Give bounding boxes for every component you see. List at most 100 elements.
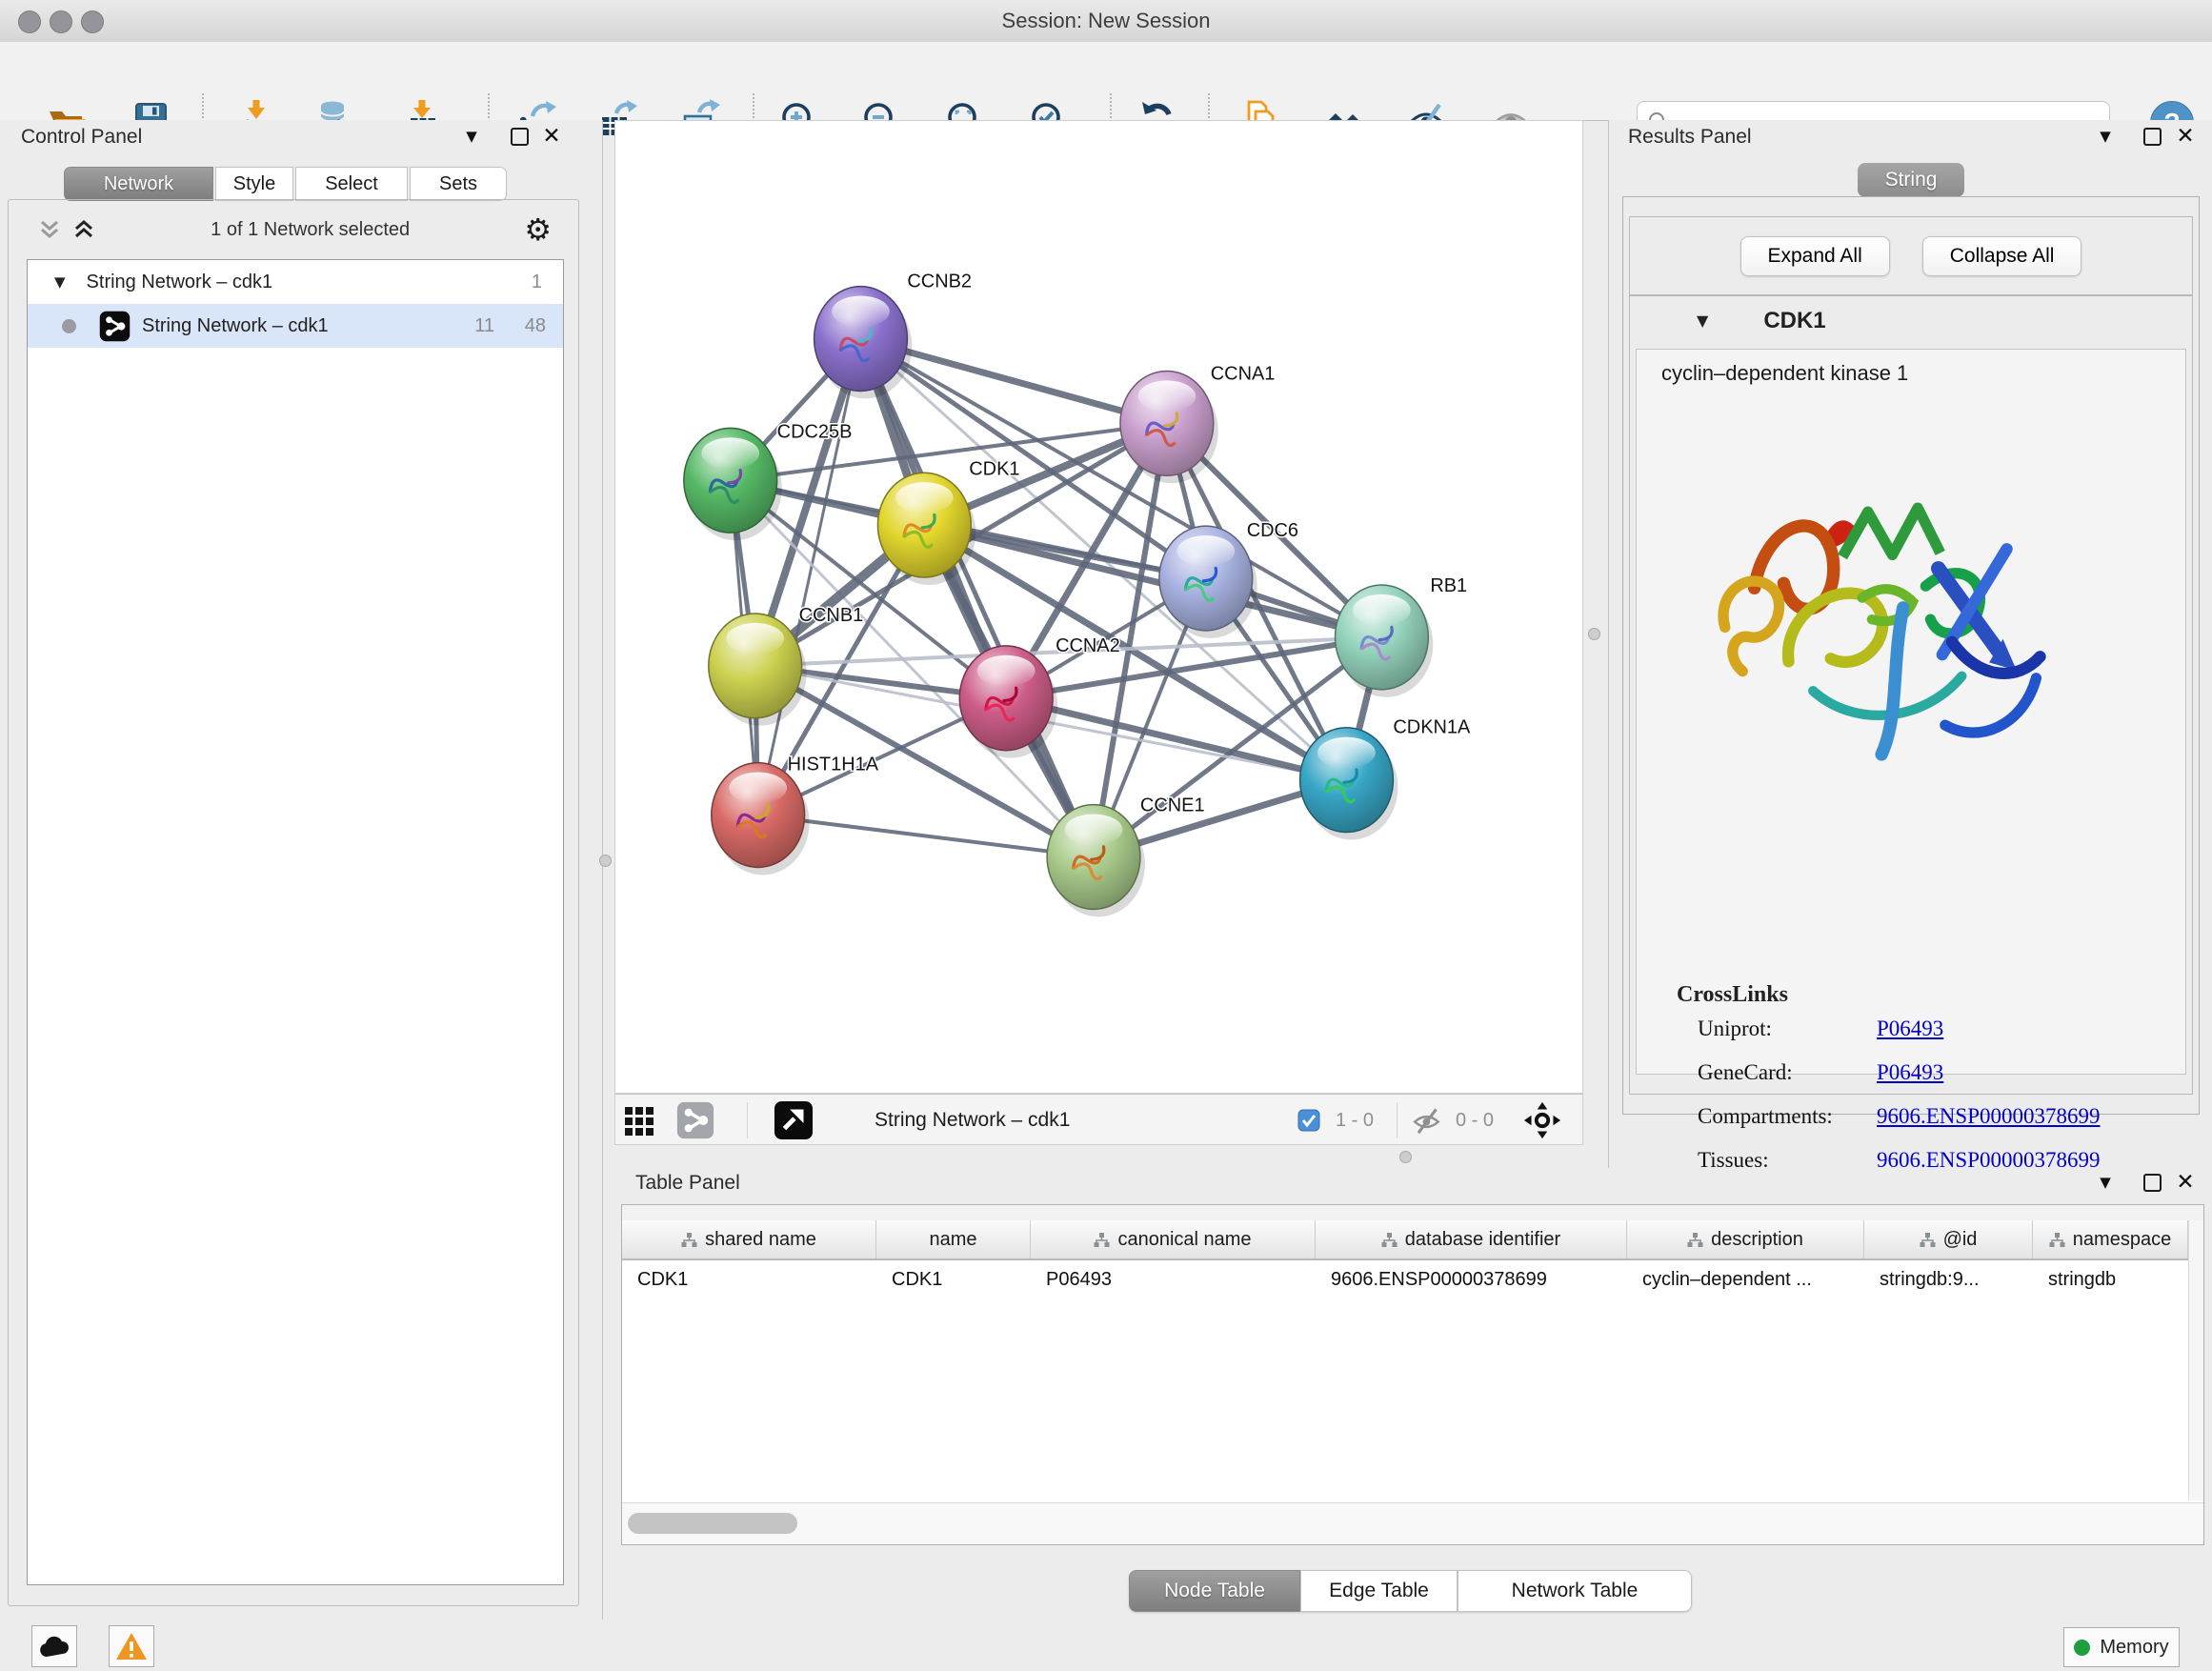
column-header-databaseidentifier[interactable]: database identifier <box>1316 1220 1627 1258</box>
table-panel-menu-icon[interactable]: ▼ <box>2093 1170 2118 1195</box>
control-panel-menu-icon[interactable]: ▼ <box>459 124 484 149</box>
detach-view-icon[interactable] <box>774 1101 814 1139</box>
network-row-selected[interactable]: String Network – cdk1 11 48 <box>28 304 563 348</box>
network-selection-bar: 1 of 1 Network selected ⚙ <box>9 200 578 259</box>
hidden-count: 0 - 0 <box>1456 1101 1494 1139</box>
table-panel-float-icon[interactable] <box>2140 1170 2164 1195</box>
column-type-icon <box>1920 1232 1936 1248</box>
tree-expander-icon[interactable]: ▼ <box>54 275 66 290</box>
network-canvas[interactable]: CCNB2CCNA1CDC25BCDK1CDC6RB1CCNB1CCNA2CDK… <box>614 120 1583 1094</box>
control-panel-float-icon[interactable] <box>507 124 532 149</box>
table-cell[interactable]: P06493 <box>1031 1260 1316 1299</box>
tab-network[interactable]: Network <box>64 167 213 201</box>
table-cell[interactable]: cyclin–dependent ... <box>1627 1260 1864 1299</box>
warning-button[interactable] <box>109 1625 154 1667</box>
warning-icon <box>115 1632 148 1661</box>
string-results-container: Expand All Collapse All ▼ CDK1 cyclin–de… <box>1622 196 2200 1115</box>
network-status-dot-icon <box>62 319 76 333</box>
left-splitter-handle[interactable] <box>599 855 612 867</box>
table-header: shared namenamecanonical namedatabase id… <box>622 1220 2188 1260</box>
memory-button[interactable]: Memory <box>2063 1627 2180 1667</box>
node-CCNB2[interactable]: CCNB2 <box>814 272 972 399</box>
cloud-button[interactable] <box>31 1625 77 1667</box>
control-panel-close-icon[interactable]: ✕ <box>539 124 564 149</box>
status-bar: Memory <box>0 1620 2212 1671</box>
crosslink-link[interactable]: 9606.ENSP00000378699 <box>1877 1104 2101 1129</box>
crosslink-link[interactable]: P06493 <box>1877 1060 1943 1085</box>
node-label-CCNA1: CCNA1 <box>1211 363 1276 384</box>
results-panel-menu-icon[interactable]: ▼ <box>2093 124 2118 149</box>
crosslink-link[interactable]: P06493 <box>1877 1017 1943 1041</box>
crosslink-label: Uniprot: <box>1698 1017 1772 1041</box>
tab-style[interactable]: Style <box>215 167 293 201</box>
node-label-CDK1: CDK1 <box>969 458 1019 479</box>
column-header-description[interactable]: description <box>1627 1220 1864 1258</box>
edge-0-9 <box>758 339 861 815</box>
node-count: 11 <box>474 315 494 337</box>
node-CCNA1[interactable]: CCNA1 <box>1120 363 1275 483</box>
collapse-all-button[interactable]: Collapse All <box>1922 236 2082 276</box>
hidden-eye-icon <box>1412 1101 1444 1139</box>
table-cell[interactable]: stringdb:9... <box>1864 1260 2033 1299</box>
view-network-icon[interactable] <box>676 1101 714 1139</box>
cloud-icon <box>38 1634 70 1659</box>
table-cell[interactable]: CDK1 <box>876 1260 1031 1299</box>
tab-sets[interactable]: Sets <box>410 167 507 201</box>
table-row[interactable]: CDK1CDK1P064939606.ENSP00000378699cyclin… <box>622 1260 2188 1299</box>
column-type-icon <box>1381 1232 1398 1248</box>
node-HIST1H1A[interactable]: HIST1H1A <box>712 755 879 876</box>
node-CCNB1[interactable]: CCNB1 <box>709 605 863 726</box>
node-label-CDC25B: CDC25B <box>777 421 853 442</box>
node-table-container: ⚙ f(x) shared namenamecanonical namedata… <box>621 1204 2204 1545</box>
table-panel-close-icon[interactable]: ✕ <box>2173 1170 2198 1195</box>
protein-structure-image <box>1696 432 2058 794</box>
right-splitter-handle[interactable] <box>1588 628 1600 640</box>
results-panel-float-icon[interactable] <box>2140 124 2164 149</box>
table-tabs: Node TableEdge TableNetwork Table <box>1129 1570 1692 1612</box>
view-grid-icon[interactable] <box>623 1101 657 1139</box>
table-vertical-scrollbar[interactable] <box>2188 1220 2203 1500</box>
results-panel-close-icon[interactable]: ✕ <box>2173 124 2198 149</box>
network-view-panel: CCNB2CCNA1CDC25BCDK1CDC6RB1CCNB1CCNA2CDK… <box>614 120 1583 1145</box>
memory-label: Memory <box>2100 1637 2168 1659</box>
network-collection-row[interactable]: ▼ String Network – cdk1 1 <box>28 260 563 304</box>
network-options-gear-icon[interactable]: ⚙ <box>524 214 552 245</box>
selected-count: 1 - 0 <box>1336 1101 1374 1139</box>
control-panel: Control Panel ▼ ✕ NetworkStyleSelectSets… <box>0 120 603 1620</box>
node-details-header[interactable]: ▼ CDK1 <box>1630 295 2192 347</box>
node-label-CCNB1: CCNB1 <box>799 605 864 626</box>
column-header-id[interactable]: @id <box>1864 1220 2033 1258</box>
birdseye-view-icon[interactable] <box>1522 1101 1562 1139</box>
node-CCNE1[interactable]: CCNE1 <box>1047 795 1204 917</box>
network-tree: ▼ String Network – cdk1 1 String Network… <box>27 259 564 1585</box>
node-CDKN1A[interactable]: CDKN1A <box>1300 717 1471 840</box>
selected-checkbox-icon[interactable] <box>1297 1101 1320 1139</box>
table-cell[interactable]: CDK1 <box>622 1260 876 1299</box>
node-details-body: cyclin–dependent kinase 1 <box>1636 349 2186 1075</box>
node-details-card: ▼ CDK1 cyclin–dependent kinase 1 <box>1629 294 2193 1095</box>
hscroll-thumb[interactable] <box>628 1513 797 1534</box>
column-header-sharedname[interactable]: shared name <box>622 1220 876 1258</box>
results-panel: Results Panel ▼ ✕ String Expand All Coll… <box>1608 120 2212 1168</box>
crosslinks-title: CrossLinks <box>1677 982 1788 1008</box>
results-panel-title: Results Panel <box>1628 126 1752 149</box>
tab-string[interactable]: String <box>1858 163 1964 197</box>
column-type-icon <box>2049 1232 2065 1248</box>
expand-all-button[interactable]: Expand All <box>1740 236 1890 276</box>
table-horizontal-scrollbar[interactable] <box>622 1502 2203 1544</box>
node-label-CCNA2: CCNA2 <box>1056 635 1120 656</box>
tab-select[interactable]: Select <box>295 167 408 201</box>
network-collection-label: String Network – cdk1 <box>87 272 273 293</box>
node-RB1[interactable]: RB1 <box>1336 575 1468 697</box>
table-cell[interactable]: 9606.ENSP00000378699 <box>1316 1260 1627 1299</box>
collapse-all-networks-icon[interactable] <box>37 217 62 242</box>
collapse-entry-icon[interactable]: ▼ <box>1697 313 1708 329</box>
column-header-canonicalname[interactable]: canonical name <box>1031 1220 1316 1258</box>
column-header-name[interactable]: name <box>876 1220 1031 1258</box>
expand-all-networks-icon[interactable] <box>71 217 96 242</box>
tab-node-table[interactable]: Node Table <box>1129 1570 1300 1612</box>
tab-edge-table[interactable]: Edge Table <box>1300 1570 1458 1612</box>
table-cell[interactable]: stringdb <box>2033 1260 2188 1299</box>
column-header-namespace[interactable]: namespace <box>2033 1220 2188 1258</box>
tab-network-table[interactable]: Network Table <box>1458 1570 1692 1612</box>
